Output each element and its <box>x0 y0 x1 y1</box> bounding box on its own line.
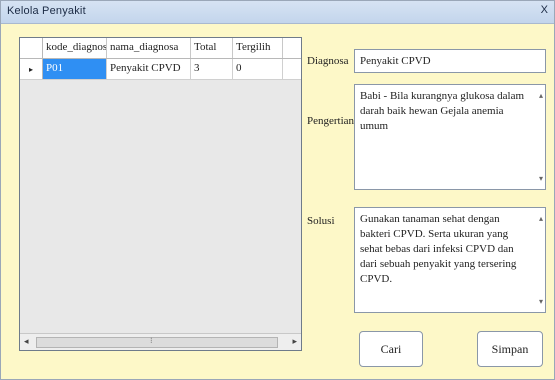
solusi-field[interactable]: Gunakan tanaman sehat dengan bakteri CPV… <box>354 207 546 313</box>
data-grid[interactable]: kode_diagnosa nama_diagnosa Total Tergil… <box>19 37 302 351</box>
diagnosa-field[interactable]: Penyakit CPVD <box>354 49 546 73</box>
pengertian-text: Babi - Bila kurangnya glukosa dalam dara… <box>360 90 525 132</box>
scroll-left-icon[interactable]: ◂ <box>24 336 29 347</box>
cell-total[interactable]: 3 <box>191 59 233 79</box>
cell-tergilih[interactable]: 0 <box>233 59 283 79</box>
column-header-total[interactable]: Total <box>191 38 233 58</box>
grid-header: kode_diagnosa nama_diagnosa Total Tergil… <box>20 38 301 59</box>
pengertian-label: Pengertian <box>307 115 355 127</box>
title-bar: Kelola Penyakit X <box>1 1 554 24</box>
scroll-down-icon[interactable]: ▾ <box>539 294 543 309</box>
solusi-text: Gunakan tanaman sehat dengan bakteri CPV… <box>360 213 517 285</box>
grid-body: kode_diagnosa nama_diagnosa Total Tergil… <box>20 38 301 334</box>
cari-button[interactable]: Cari <box>359 331 423 367</box>
column-header-nama[interactable]: nama_diagnosa <box>107 38 191 58</box>
cell-kode[interactable]: P01 <box>43 59 107 79</box>
close-button[interactable]: X <box>541 4 548 16</box>
row-header-spacer <box>20 38 43 58</box>
scroll-down-icon[interactable]: ▾ <box>539 171 543 186</box>
diagnosa-label: Diagnosa <box>307 55 349 67</box>
solusi-label: Solusi <box>307 215 335 227</box>
table-row[interactable]: ▸ P01 Penyakit CPVD 3 0 <box>20 59 301 80</box>
pengertian-field[interactable]: Babi - Bila kurangnya glukosa dalam dara… <box>354 84 546 190</box>
cell-nama[interactable]: Penyakit CPVD <box>107 59 191 79</box>
column-header-kode[interactable]: kode_diagnosa <box>43 38 107 58</box>
scroll-up-icon[interactable]: ▴ <box>539 88 543 103</box>
scroll-up-icon[interactable]: ▴ <box>539 211 543 226</box>
window-title: Kelola Penyakit <box>7 5 86 17</box>
horizontal-scrollbar[interactable]: ◂ ⁝ ▸ <box>20 333 301 350</box>
app-window: Kelola Penyakit X kode_diagnosa nama_dia… <box>0 0 555 380</box>
row-selector-icon[interactable]: ▸ <box>20 59 43 79</box>
scroll-grip-icon: ⁝ <box>150 336 153 345</box>
column-header-tergilih[interactable]: Tergilih <box>233 38 283 58</box>
scroll-thumb[interactable] <box>36 337 278 348</box>
simpan-button[interactable]: Simpan <box>477 331 543 367</box>
scroll-right-icon[interactable]: ▸ <box>292 336 297 347</box>
